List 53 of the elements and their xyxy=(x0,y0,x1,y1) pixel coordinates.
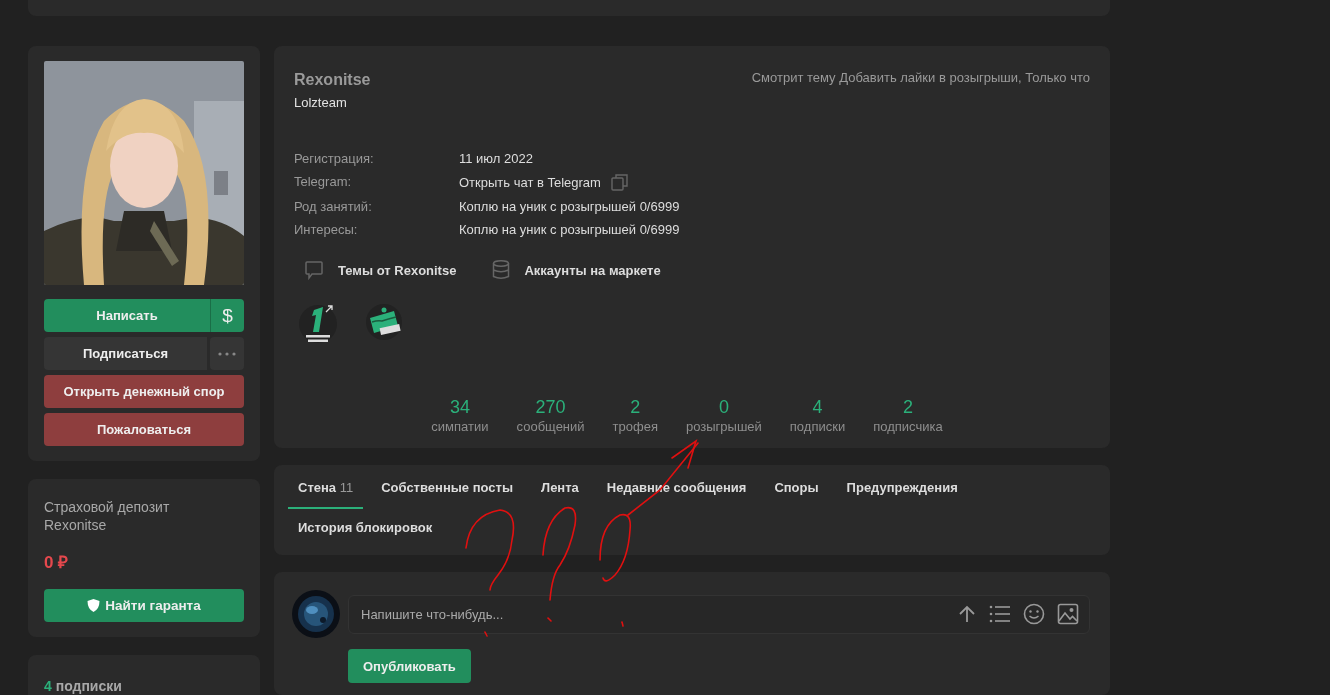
stat-value[interactable]: 0 xyxy=(718,397,729,418)
profile-link[interactable]: Аккаунты на маркете xyxy=(524,262,661,278)
smiley-icon[interactable] xyxy=(1023,603,1045,625)
stat-label: подписки xyxy=(789,419,846,434)
deposit-amount: 0 ₽ xyxy=(44,552,70,573)
action-button[interactable]: Открыть денежный спор xyxy=(44,375,244,408)
stat-value[interactable]: 4 xyxy=(812,397,823,418)
stat-value[interactable]: 34 xyxy=(449,397,470,418)
profile-link[interactable]: Темы от Rexonitse xyxy=(338,262,457,278)
stat-label: симпатии xyxy=(431,419,489,434)
stat-label: трофея xyxy=(612,419,658,434)
publish-button[interactable]: Опубликовать xyxy=(348,649,471,683)
database-icon xyxy=(492,260,511,280)
arrow-up-icon[interactable] xyxy=(957,604,977,624)
tab[interactable]: История блокировок xyxy=(288,509,443,549)
find-guarantor-button[interactable]: Найти гаранта xyxy=(44,589,244,622)
subscriptions-count[interactable]: 4 подписки xyxy=(44,670,244,694)
trophy-icon xyxy=(298,302,338,346)
action-button[interactable]: Подписаться xyxy=(44,337,207,370)
tab[interactable]: Лента xyxy=(531,469,589,509)
field-label: Telegram: xyxy=(294,174,353,191)
stat-label: сообщений xyxy=(516,419,585,434)
stat-value[interactable]: 2 xyxy=(902,397,913,418)
composer-box[interactable]: Напишите что-нибудь... xyxy=(348,594,1090,634)
telegram-link[interactable]: Открыть чат в Telegram xyxy=(459,175,601,190)
field-label: Интересы: xyxy=(294,222,359,237)
activity-status: Смотрит тему Добавить лайки в розыгрыши, Только что xyxy=(751,70,1090,85)
action-button[interactable]: Написать xyxy=(44,299,210,332)
tab[interactable]: Споры xyxy=(764,469,829,509)
post-input-field[interactable]: Напишите что-нибудь... xyxy=(359,605,957,623)
shield-icon xyxy=(87,599,101,612)
cake-icon xyxy=(364,302,404,342)
image-icon[interactable] xyxy=(1057,603,1079,625)
stat-value[interactable]: 270 xyxy=(535,397,566,418)
field-value: Коплю на уник с розыгрышей 0/6999 xyxy=(459,222,680,237)
dots-icon xyxy=(218,351,236,356)
stat-label: розыгрышей xyxy=(685,419,762,434)
tab[interactable]: Собственные посты xyxy=(371,469,523,509)
chat-bubble-icon xyxy=(304,260,324,280)
username: Rexonitse xyxy=(294,71,371,89)
action-button[interactable]: Пожаловаться xyxy=(44,413,244,446)
stat-value[interactable]: 2 xyxy=(630,397,641,418)
field-value: 11 июл 2022 xyxy=(459,151,533,166)
tab[interactable]: Предупреждения xyxy=(836,469,968,509)
user-group: Lolzteam xyxy=(294,95,371,110)
tab[interactable]: Стена 11 xyxy=(288,469,364,509)
stat-label: подписчика xyxy=(873,419,943,434)
deposit-title: Страховой депозит Rexonitse xyxy=(44,498,171,534)
field-label: Регистрация: xyxy=(294,151,375,166)
list-icon[interactable] xyxy=(989,604,1011,624)
money-button[interactable]: $ xyxy=(210,299,244,332)
field-label: Род занятий: xyxy=(294,199,373,214)
field-value: Коплю на уник с розыгрышей 0/6999 xyxy=(459,199,680,214)
